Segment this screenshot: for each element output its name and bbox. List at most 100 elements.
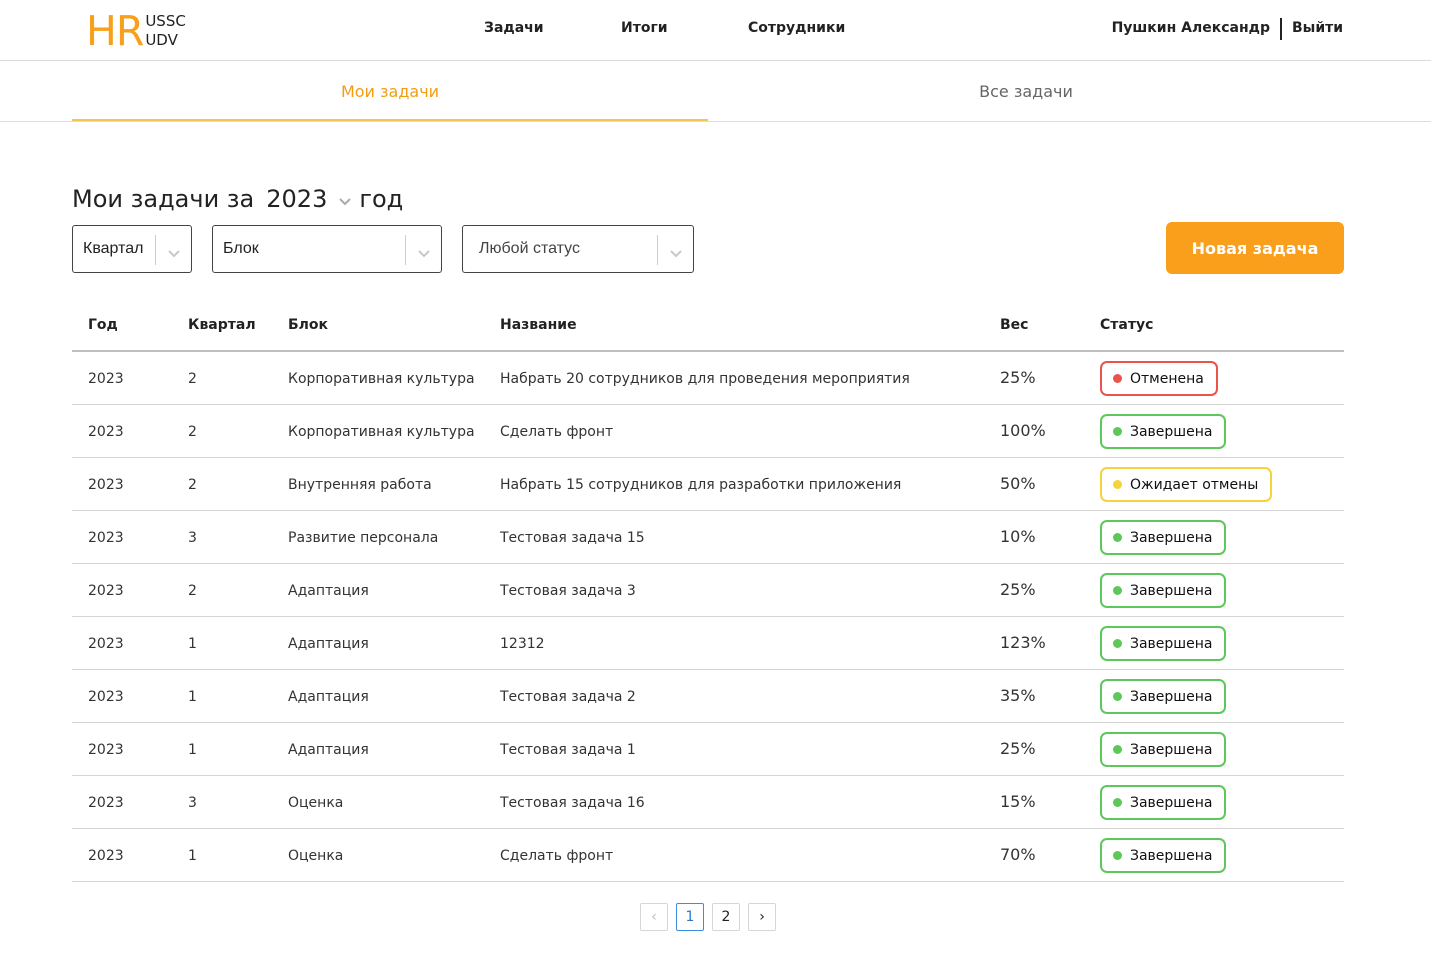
year-select[interactable]: 2023 xyxy=(266,184,352,213)
table-header: Год Квартал Блок Название Вес Статус xyxy=(72,300,1344,352)
cell-name: Тестовая задача 3 xyxy=(500,583,636,599)
select-separator xyxy=(657,235,658,265)
table-row[interactable]: 2023 1 Оценка Сделать фронт 70% Завершена xyxy=(72,829,1344,882)
status-badge[interactable]: Завершена xyxy=(1100,838,1227,873)
cell-block: Внутренняя работа xyxy=(288,477,432,493)
cell-weight: 70% xyxy=(1000,845,1036,864)
status-label: Завершена xyxy=(1130,635,1213,652)
cell-quarter: 1 xyxy=(188,742,197,758)
status-dot-icon xyxy=(1113,639,1122,648)
table-row[interactable]: 2023 1 Адаптация 12312 123% Завершена xyxy=(72,617,1344,670)
status-dot-icon xyxy=(1113,692,1122,701)
chevron-down-icon xyxy=(669,244,683,263)
column-header-block[interactable]: Блок xyxy=(288,317,328,333)
status-badge[interactable]: Отменена xyxy=(1100,361,1218,396)
status-dot-icon xyxy=(1113,798,1122,807)
cell-quarter: 2 xyxy=(188,477,197,493)
select-separator xyxy=(155,235,156,265)
status-label: Завершена xyxy=(1130,423,1213,440)
status-label: Завершена xyxy=(1130,688,1213,705)
cell-block: Адаптация xyxy=(288,742,369,758)
status-badge[interactable]: Завершена xyxy=(1100,679,1227,714)
status-badge[interactable]: Ожидает отмены xyxy=(1100,467,1273,502)
table-row[interactable]: 2023 2 Адаптация Тестовая задача 3 25% Заверш… xyxy=(72,564,1344,617)
table-row[interactable]: 2023 1 Адаптация Тестовая задача 2 35% Заверш… xyxy=(72,670,1344,723)
status-dot-icon xyxy=(1113,480,1122,489)
table-row[interactable]: 2023 2 Внутренняя работа Набрать 15 сотрудн… xyxy=(72,458,1344,511)
status-label: Ожидает отмены xyxy=(1130,476,1259,493)
chevron-down-icon xyxy=(417,244,431,263)
logout-link[interactable]: Выйти xyxy=(1292,20,1343,36)
column-header-weight[interactable]: Вес xyxy=(1000,317,1028,333)
cell-name: Набрать 20 сотрудников для проведения ме… xyxy=(500,371,910,387)
cell-weight: 123% xyxy=(1000,633,1046,652)
status-label: Завершена xyxy=(1130,794,1213,811)
nav-employees[interactable]: Сотрудники xyxy=(748,20,845,36)
cell-block: Развитие персонала xyxy=(288,530,439,546)
active-tab-indicator xyxy=(72,119,708,121)
tab-my-tasks[interactable]: Мои задачи xyxy=(72,61,708,122)
cell-year: 2023 xyxy=(88,530,124,546)
cell-weight: 50% xyxy=(1000,474,1036,493)
new-task-button[interactable]: Новая задача xyxy=(1166,222,1344,274)
status-label: Отменена xyxy=(1130,370,1204,387)
cell-name: Тестовая задача 16 xyxy=(500,795,645,811)
logo[interactable]: HR USSC UDV xyxy=(86,10,186,52)
cell-block: Оценка xyxy=(288,848,344,864)
cell-weight: 10% xyxy=(1000,527,1036,546)
table-row[interactable]: 2023 3 Оценка Тестовая задача 16 15% Завершен… xyxy=(72,776,1344,829)
cell-name: Тестовая задача 2 xyxy=(500,689,636,705)
status-dot-icon xyxy=(1113,427,1122,436)
block-select-value: Блок xyxy=(223,240,259,257)
cell-block: Адаптация xyxy=(288,689,369,705)
table-row[interactable]: 2023 1 Адаптация Тестовая задача 1 25% Заверш… xyxy=(72,723,1344,776)
status-dot-icon xyxy=(1113,533,1122,542)
column-header-quarter[interactable]: Квартал xyxy=(188,317,256,333)
cell-quarter: 1 xyxy=(188,848,197,864)
cell-name: Тестовая задача 15 xyxy=(500,530,645,546)
status-dot-icon xyxy=(1113,745,1122,754)
status-badge[interactable]: Завершена xyxy=(1100,626,1227,661)
status-badge[interactable]: Завершена xyxy=(1100,520,1227,555)
column-header-status[interactable]: Статус xyxy=(1100,317,1153,333)
logo-bottom-text: UDV xyxy=(145,31,178,49)
status-badge[interactable]: Завершена xyxy=(1100,414,1227,449)
status-badge[interactable]: Завершена xyxy=(1100,732,1227,767)
column-header-name[interactable]: Название xyxy=(500,317,577,333)
status-label: Завершена xyxy=(1130,529,1213,546)
tab-all-tasks[interactable]: Все задачи xyxy=(708,61,1344,122)
status-label: Завершена xyxy=(1130,741,1213,758)
chevron-down-icon xyxy=(167,244,181,263)
header-divider xyxy=(1280,18,1282,40)
task-tabs: Мои задачи Все задачи xyxy=(0,61,1431,122)
logo-hr: HR xyxy=(86,7,144,55)
pagination-page-2[interactable]: 2 xyxy=(712,903,740,931)
status-badge[interactable]: Завершена xyxy=(1100,785,1227,820)
status-badge[interactable]: Завершена xyxy=(1100,573,1227,608)
cell-year: 2023 xyxy=(88,636,124,652)
top-header: HR USSC UDV Задачи Итоги Сотрудники Пушк… xyxy=(0,0,1431,61)
nav-tasks[interactable]: Задачи xyxy=(484,20,544,36)
cell-weight: 100% xyxy=(1000,421,1046,440)
status-select-value: Любой статус xyxy=(479,240,580,257)
pagination-next[interactable]: › xyxy=(748,903,776,931)
table-row[interactable]: 2023 2 Корпоративная культура Сделать фронт… xyxy=(72,405,1344,458)
pagination-prev[interactable]: ‹ xyxy=(640,903,668,931)
status-select[interactable]: Любой статус xyxy=(462,225,694,273)
nav-results[interactable]: Итоги xyxy=(621,20,668,36)
cell-year: 2023 xyxy=(88,742,124,758)
table-row[interactable]: 2023 3 Развитие персонала Тестовая задача 1… xyxy=(72,511,1344,564)
chevron-down-icon xyxy=(339,184,352,212)
cell-weight: 35% xyxy=(1000,686,1036,705)
cell-name: Тестовая задача 1 xyxy=(500,742,636,758)
cell-name: 12312 xyxy=(500,636,545,652)
cell-block: Корпоративная культура xyxy=(288,424,475,440)
column-header-year[interactable]: Год xyxy=(88,317,118,333)
pagination-page-1[interactable]: 1 xyxy=(676,903,704,931)
tasks-table: Год Квартал Блок Название Вес Статус 202… xyxy=(72,300,1344,882)
year-value: 2023 xyxy=(266,185,328,213)
cell-quarter: 3 xyxy=(188,795,197,811)
block-select[interactable]: Блок xyxy=(212,225,442,273)
table-row[interactable]: 2023 2 Корпоративная культура Набрать 20 со… xyxy=(72,352,1344,405)
quarter-select[interactable]: Квартал xyxy=(72,225,192,273)
